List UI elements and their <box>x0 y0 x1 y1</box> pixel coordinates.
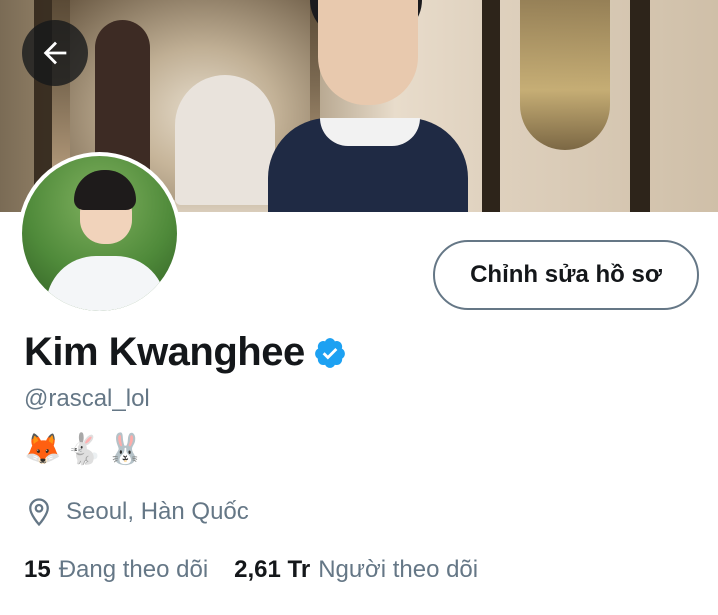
username-handle: @rascal_lol <box>24 385 150 412</box>
edit-profile-button[interactable]: Chỉnh sửa hồ sơ <box>433 240 699 310</box>
following-count: 15 <box>24 556 51 583</box>
display-name: Kim Kwanghee <box>24 330 305 374</box>
back-button[interactable] <box>22 20 88 86</box>
avatar[interactable] <box>18 152 181 315</box>
followers-link[interactable]: 2,61 Tr Người theo dõi <box>234 556 478 584</box>
location-row: Seoul, Hàn Quốc <box>24 497 249 527</box>
following-link[interactable]: 15 Đang theo dõi <box>24 556 208 584</box>
location-pin-icon <box>29 498 49 527</box>
followers-count: 2,61 Tr <box>234 556 311 583</box>
follow-stats: 15 Đang theo dõi 2,61 Tr Người theo dõi <box>24 556 478 584</box>
name-row: Kim Kwanghee <box>24 330 347 375</box>
following-label: Đang theo dõi <box>58 556 209 583</box>
followers-label: Người theo dõi <box>318 556 479 583</box>
arrow-left-icon <box>43 41 67 65</box>
bio-text: 🦊🐇🐰 <box>24 433 149 466</box>
verified-badge-icon <box>314 337 345 368</box>
location-text: Seoul, Hàn Quốc <box>66 498 249 525</box>
